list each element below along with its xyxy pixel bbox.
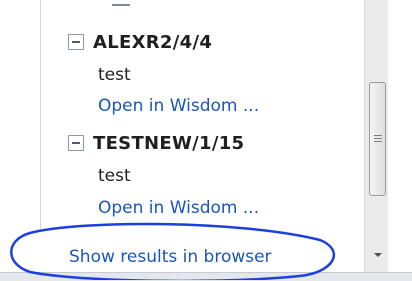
result-group-title: TESTNEW/1/15 xyxy=(93,132,245,154)
result-description: test xyxy=(98,166,131,186)
show-results-in-browser-link[interactable]: Show results in browser xyxy=(69,247,272,267)
scroll-down-arrow-icon[interactable] xyxy=(369,246,386,264)
panel-left-border xyxy=(40,0,41,228)
collapse-minus-icon[interactable] xyxy=(68,135,84,151)
search-results-panel: ALEXR2/4/4 test Open in Wisdom ... TESTN… xyxy=(0,0,412,281)
scrollbar-thumb[interactable] xyxy=(369,82,386,196)
result-group-header[interactable]: ALEXR2/4/4 xyxy=(68,27,212,57)
collapse-minus-icon[interactable] xyxy=(68,34,84,50)
result-group-header[interactable]: TESTNEW/1/15 xyxy=(68,128,244,158)
open-in-wisdom-link[interactable]: Open in Wisdom ... xyxy=(98,198,259,218)
result-description: test xyxy=(98,65,131,85)
open-in-wisdom-link[interactable]: Open in Wisdom ... xyxy=(98,96,259,116)
clipped-list-item xyxy=(112,0,130,6)
result-group-title: ALEXR2/4/4 xyxy=(93,31,213,53)
